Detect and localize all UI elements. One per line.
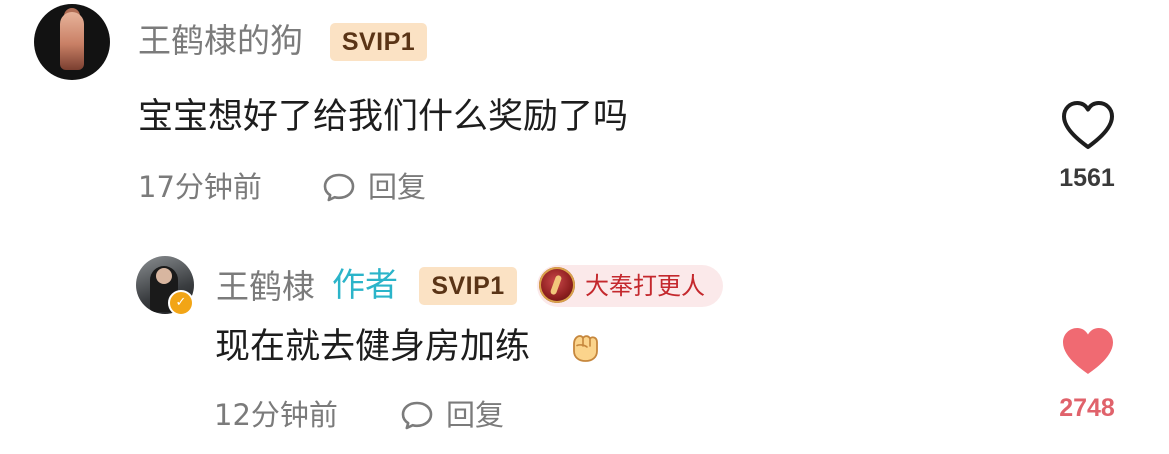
author-tag: 作者 [332, 265, 398, 304]
svip-badge: SVIP1 [330, 23, 427, 61]
heart-filled-icon [1063, 328, 1113, 374]
commenter-avatar[interactable] [34, 4, 110, 80]
reply-label: 回复 [368, 170, 427, 204]
like-count: 1561 [1059, 164, 1115, 192]
comment-text: 宝宝想好了给我们什么奖励了吗 [138, 97, 629, 137]
comment-timestamp: 17分钟前 [138, 170, 262, 204]
show-badge-icon [539, 267, 575, 303]
commenter-username[interactable]: 王鹤棣的狗 [138, 24, 303, 57]
avatar-figure [60, 12, 84, 70]
reply-text: 现在就去健身房加练 [215, 327, 531, 367]
verified-check-icon: ✓ [168, 290, 194, 316]
speech-bubble-icon [401, 401, 433, 430]
like-count: 2748 [1059, 394, 1115, 422]
avatar-head [156, 268, 172, 284]
reply-button[interactable]: 回复 [398, 398, 518, 432]
reply-button[interactable]: 回复 [320, 170, 440, 204]
reply-timestamp: 12分钟前 [214, 398, 338, 432]
speech-bubble-icon [323, 173, 355, 202]
like-button[interactable] [1058, 324, 1118, 378]
like-button[interactable] [1058, 98, 1118, 152]
show-badge[interactable]: 大奉打更人 [537, 265, 723, 307]
comment-thread: 王鹤棣的狗 SVIP1 宝宝想好了给我们什么奖励了吗 17分钟前 回复 1561… [0, 0, 1169, 454]
svip-badge: SVIP1 [419, 267, 517, 305]
flexed-fist-emoji [573, 335, 598, 362]
reply-label: 回复 [446, 398, 505, 432]
author-username[interactable]: 王鹤棣 [216, 270, 315, 303]
show-badge-label: 大奉打更人 [585, 272, 705, 300]
heart-outline-icon [1062, 101, 1114, 149]
